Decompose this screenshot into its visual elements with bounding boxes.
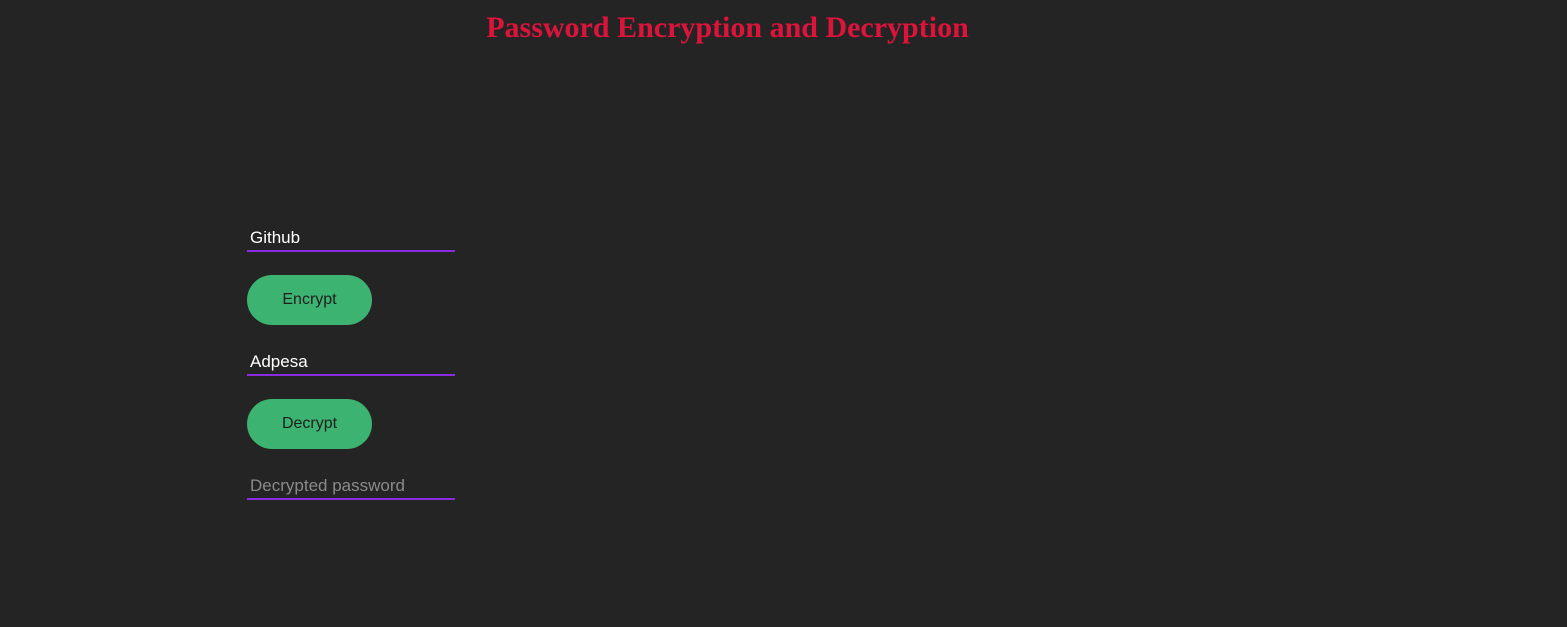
encrypt-button[interactable]: Encrypt bbox=[247, 275, 372, 325]
encrypt-input[interactable] bbox=[247, 224, 455, 252]
page: Password Encryption and Decryption Encry… bbox=[0, 0, 1567, 627]
decrypt-input[interactable] bbox=[247, 348, 455, 376]
page-title: Password Encryption and Decryption bbox=[486, 11, 969, 44]
encryption-form: Encrypt Decrypt bbox=[247, 224, 457, 500]
decrypted-password-field[interactable] bbox=[247, 472, 455, 500]
decrypt-button[interactable]: Decrypt bbox=[247, 399, 372, 449]
